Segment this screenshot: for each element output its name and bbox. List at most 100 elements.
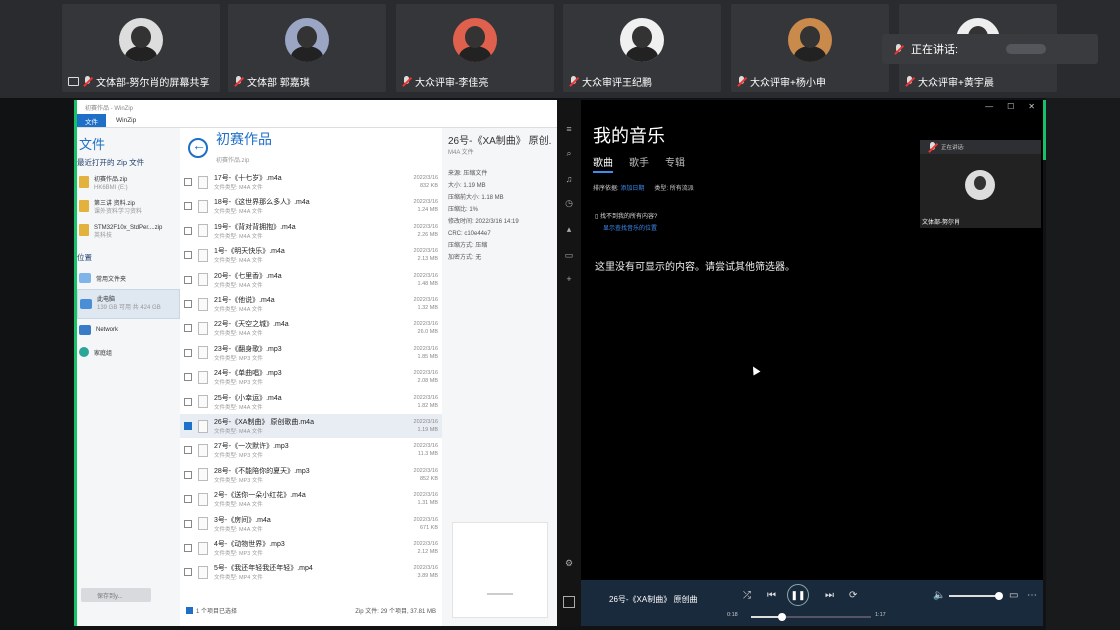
tab-albums[interactable]: 专辑: [665, 154, 685, 173]
file-row[interactable]: 19号-《背对背拥抱》.m4a 文件类型: M4A 文件 2022/3/16 2.26…: [180, 219, 442, 243]
place-item[interactable]: 家庭组: [77, 341, 180, 363]
recent-zip-item[interactable]: STM32F10x_StdPer....zip 英科技: [77, 220, 180, 244]
search-icon[interactable]: ⌕: [564, 148, 574, 158]
row-checkbox[interactable]: [184, 300, 192, 308]
row-checkbox[interactable]: [184, 348, 192, 357]
file-row[interactable]: 18号-《这世界那么多人》.m4a 文件类型: M4A 文件 2022/3/16 1.…: [180, 194, 442, 218]
file-row[interactable]: 1号-《明天快乐》.m4a 文件类型: M4A 文件 2022/3/16 2.13 M…: [180, 243, 442, 267]
file-row[interactable]: 5号-《我还年轻我还年轻》.mp4 文件类型: MP4 文件 2022/3/16 3.…: [180, 560, 442, 584]
menu-icon[interactable]: ≡: [564, 124, 574, 134]
participant-tile[interactable]: 文体部-努尔肖的屏幕共享: [62, 4, 220, 92]
file-row[interactable]: 25号-《小幸运》.m4a 文件类型: M4A 文件 2022/3/16 1.82 M…: [180, 390, 442, 414]
seek-knob[interactable]: [778, 613, 787, 621]
zip-icon: [79, 224, 89, 236]
file-row[interactable]: 26号-《XA制曲》 原创歌曲.m4a 文件类型: M4A 文件 2022/3/16…: [180, 414, 442, 438]
recent-zip-item[interactable]: 初赛作品.zip HK6BMI (E:): [77, 172, 180, 196]
participant-tile[interactable]: 大众评审-李佳亮: [396, 4, 554, 92]
sort-dropdown[interactable]: 添加日期: [620, 186, 644, 192]
tab-file[interactable]: 文件: [77, 114, 106, 127]
tab-artists[interactable]: 歌手: [629, 154, 649, 173]
recent-path: 课外资料学习资料: [94, 209, 143, 215]
file-row[interactable]: 23号-《翻身歌》.mp3 文件类型: MP3 文件 2022/3/16 1.85 M…: [180, 341, 442, 365]
row-checkbox[interactable]: [184, 373, 192, 382]
file-icon: [198, 395, 208, 409]
minimize-icon[interactable]: —: [985, 102, 993, 111]
repeat-icon[interactable]: ⟳: [849, 590, 857, 601]
save-to-button[interactable]: 保存到y...: [81, 588, 151, 602]
maximize-icon[interactable]: ☐: [1007, 102, 1014, 111]
file-type: 文件类型: M4A 文件: [214, 307, 263, 313]
row-checkbox[interactable]: [184, 251, 192, 260]
participant-name-bar: 文体部 郭嘉琪: [228, 70, 386, 92]
volume-slider[interactable]: [949, 592, 1003, 600]
participant-tile[interactable]: 大众审评王纪鹏: [563, 4, 721, 92]
close-icon[interactable]: ✕: [1028, 102, 1035, 111]
volume-knob[interactable]: [995, 592, 1003, 600]
row-checkbox[interactable]: [184, 178, 192, 186]
file-row[interactable]: 3号-《房间》.m4a 文件类型: M4A 文件 2022/3/16 671 KB: [180, 512, 442, 536]
tab-songs[interactable]: 歌曲: [593, 154, 613, 173]
chart-icon[interactable]: ▴: [564, 224, 574, 234]
file-icon: [198, 565, 208, 579]
file-row[interactable]: 17号-《十七岁》.m4a 文件类型: M4A 文件 2022/3/16 832 KB: [180, 170, 442, 194]
file-size: 2.08 MB: [417, 378, 438, 385]
row-checkbox[interactable]: [184, 397, 192, 406]
archive-header: 初赛作品初赛作品.zip: [180, 128, 442, 168]
file-row[interactable]: 2号-《送你一朵小红花》.m4a 文件类型: M4A 文件 2022/3/16 1.3…: [180, 487, 442, 511]
row-checkbox[interactable]: [184, 324, 192, 333]
file-row[interactable]: 27号-《一次默许》.mp3 文件类型: MP3 文件 2022/3/16 11.3 …: [180, 438, 442, 462]
recent-icon[interactable]: ◷: [564, 198, 574, 208]
row-checkbox[interactable]: [184, 495, 192, 504]
genre-dropdown[interactable]: 所有流派: [670, 186, 694, 192]
avatar: [965, 170, 995, 200]
music-note-icon[interactable]: ♫: [564, 174, 574, 184]
more-icon[interactable]: ⋯: [1027, 590, 1037, 601]
file-date: 2022/3/16: [413, 199, 438, 206]
next-icon[interactable]: ⏭: [825, 590, 834, 601]
row-checkbox[interactable]: [184, 202, 192, 211]
file-icon: [198, 492, 208, 506]
row-checkbox[interactable]: [184, 275, 192, 284]
file-name: 21号-《他说》.m4a: [214, 297, 275, 304]
place-item[interactable]: 此电脑 139 GB 可用 共 424 GB: [77, 289, 180, 319]
row-checkbox[interactable]: [184, 519, 192, 528]
file-row[interactable]: 24号-《单曲唱》.mp3 文件类型: MP3 文件 2022/3/16 2.08 M…: [180, 365, 442, 389]
volume-icon[interactable]: 🔈: [933, 590, 945, 601]
shuffle-icon[interactable]: ⤮: [743, 590, 751, 601]
add-icon[interactable]: +: [564, 274, 574, 284]
back-icon[interactable]: [188, 137, 208, 158]
playlist-icon[interactable]: ▭: [564, 250, 574, 260]
file-row[interactable]: 28号-《不能陪你的夏天》.mp3 文件类型: MP3 文件 2022/3/16 85…: [180, 463, 442, 487]
place-item[interactable]: Network: [77, 319, 180, 341]
row-checkbox[interactable]: [184, 544, 192, 552]
seek-slider[interactable]: [751, 613, 871, 621]
previous-icon[interactable]: ⏮: [767, 590, 776, 601]
place-item[interactable]: 常用文件夹: [77, 267, 180, 289]
file-row[interactable]: 4号-《动物世界》.mp3 文件类型: MP3 文件 2022/3/16 2.12 M…: [180, 536, 442, 560]
recent-zip-item[interactable]: 第三讲 资料.zip 课外资料学习资料: [77, 196, 180, 220]
file-icon: [198, 321, 208, 335]
row-checkbox[interactable]: [184, 568, 192, 577]
file-row[interactable]: 20号-《七里香》.m4a 文件类型: M4A 文件 2022/3/16 1.48 M…: [180, 268, 442, 292]
row-checkbox[interactable]: [184, 422, 192, 430]
participant-tile[interactable]: 大众评审+杨小申: [731, 4, 889, 92]
row-checkbox[interactable]: [184, 470, 192, 479]
file-date: 2022/3/16: [413, 223, 438, 230]
tab-winzip[interactable]: WinZip: [106, 117, 146, 124]
now-playing-icon[interactable]: [563, 596, 575, 608]
row-checkbox[interactable]: [184, 446, 192, 455]
file-row[interactable]: 21号-《他说》.m4a 文件类型: M4A 文件 2022/3/16 1.32 MB: [180, 292, 442, 316]
row-checkbox[interactable]: [184, 226, 192, 235]
file-type: 文件类型: MP3 文件: [214, 453, 263, 460]
recent-label: 最近打开的 Zip 文件: [77, 158, 145, 167]
player-bar: 26号-《XA制曲》 原创曲 ⤮ ⏮ ❚❚ ⏭ ⟳ 0:18 1:17 🔈 ▭ …: [581, 580, 1043, 626]
file-row[interactable]: 22号-《天空之城》.m4a 文件类型: M4A 文件 2022/3/16 26.0 …: [180, 316, 442, 340]
pause-button[interactable]: ❚❚: [787, 584, 809, 606]
mini-player-icon[interactable]: ▭: [1009, 590, 1018, 601]
music-sidebar: ≡ ⌕ ♫ ◷ ▴ ▭ + ⚙: [557, 100, 581, 626]
winzip-ribbon: 文件 WinZip: [77, 114, 557, 128]
locations-link[interactable]: 显示查找音乐的位置: [595, 226, 657, 232]
participant-tile[interactable]: 文体部 郭嘉琪: [228, 4, 386, 92]
settings-icon[interactable]: ⚙: [564, 558, 574, 568]
participant-name: 大众评审+杨小申: [750, 77, 826, 89]
